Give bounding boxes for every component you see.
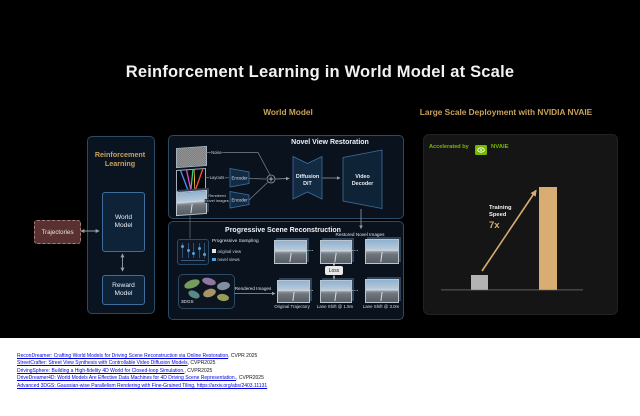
rendered-image-1 (277, 280, 310, 303)
citation-link-4[interactable]: DriveDreamer4D: World Models Are Effecti… (17, 375, 236, 381)
loss-node: Loss (325, 266, 343, 275)
slider-axis (181, 260, 205, 261)
citation-link-1[interactable]: ReconDreamer: Crafting World Models for … (17, 353, 228, 359)
ellipsis: ... (352, 247, 359, 253)
layouts-thumbnail (176, 167, 206, 193)
world-model-node: World Model (102, 192, 145, 252)
slider-knob (192, 252, 195, 255)
noise-thumbnail (176, 145, 207, 169)
citation-list: ReconDreamer: Crafting World Models for … (17, 353, 267, 390)
legend-novel-views: novel views (212, 257, 240, 262)
restored-image-3 (365, 239, 399, 264)
loss-label: Loss (328, 267, 340, 274)
slider-knob (203, 253, 206, 256)
accelerated-by-label: Accelerated by (429, 144, 469, 150)
rl-panel-title: Reinforcement Learning (94, 150, 146, 168)
slide-title: Reinforcement Learning in World Model at… (125, 63, 515, 81)
ellipsis: ... (307, 247, 314, 253)
legend-novel-swatch (212, 257, 216, 262)
slider-track (198, 243, 200, 258)
nvaie-brand-label: NVAIE (491, 144, 509, 150)
section-header-world-model: World Model (263, 107, 313, 117)
citation-line: ReconDreamer: Crafting World Models for … (17, 353, 267, 360)
legend-novel-label: novel views (217, 257, 240, 262)
citation-line: DrivingSphere: Building a High-fidelity … (17, 368, 267, 375)
restored-image-2 (320, 240, 352, 264)
gaussian-ellipse (183, 277, 201, 291)
gaussian-ellipse (202, 287, 217, 299)
citation-suffix-2: , CVPR2025 (187, 360, 216, 367)
citation-line: StreetCrafter: Street View Synthesis wit… (17, 360, 267, 367)
reward-model-node: Reward Model (102, 275, 145, 305)
citation-line: Advanced 3DGS: Gaussian-wise Parallelism… (17, 383, 267, 390)
citation-link-2[interactable]: StreetCrafter: Street View Synthesis wit… (17, 360, 188, 366)
reward-model-label: Reward Model (112, 282, 135, 297)
section-header-deployment: Large Scale Deployment with NVIDIA NVAIE (419, 107, 593, 117)
rendered-image-3 (365, 279, 399, 303)
psr-title: Progressive Scene Reconstruction (225, 227, 341, 234)
screenshot-canvas: Reinforcement Learning in World Model at… (0, 0, 640, 416)
citation-suffix-1: , CVPR 2025 (228, 353, 258, 359)
rendered-novel-image-thumbnail (176, 189, 207, 217)
trajectories-node: Trajectories (34, 220, 81, 244)
gaussian-ellipse (216, 293, 230, 302)
ellipsis: ... (352, 287, 359, 293)
legend-original-label: original view (217, 248, 242, 254)
citation-line: DriveDreamer4D: World Models Are Effecti… (17, 375, 267, 382)
training-speed-line2: Speed (489, 211, 507, 218)
slider-knob (181, 245, 184, 248)
rendered-image-2 (320, 280, 352, 303)
restored-image-1 (274, 240, 307, 264)
gaussian-ellipse (201, 276, 217, 287)
column-label-lane-shift-1-5: Lane Shift @ 1.5m (316, 304, 354, 309)
slide-background: Reinforcement Learning in World Model at… (0, 0, 640, 338)
ellipsis: ... (307, 287, 314, 293)
legend-original-view: original view (212, 249, 241, 254)
slider-knob (197, 247, 201, 250)
nvidia-logo-icon (475, 142, 487, 160)
world-model-label: World Model (114, 214, 133, 229)
multiplier-label: 7x (489, 220, 500, 231)
gaussian-ellipse (216, 280, 231, 292)
column-label-original-trajectory: Original Trajectory (274, 304, 310, 309)
progressive-sampling-label: Progressive Sampling (212, 239, 259, 244)
slider-knob (186, 249, 190, 252)
citation-link-3[interactable]: DrivingSphere: Building a High-fidelity … (17, 368, 185, 374)
citation-suffix-3: , CVPR2025 (184, 367, 213, 374)
citation-strip: ReconDreamer: Crafting World Models for … (0, 338, 640, 416)
training-speed-line1: Training (489, 205, 512, 211)
gaussians-label: 3DGS (181, 299, 194, 304)
column-label-lane-shift-3-0: Lane Shift @ 3.0m (362, 304, 400, 309)
nvaie-panel (423, 134, 618, 315)
slider-track (193, 243, 194, 258)
training-speed-label: Training Speed (489, 205, 512, 218)
progressive-sampling-widget (177, 239, 209, 265)
citation-suffix-4: , CVPR2025 (236, 375, 264, 382)
citation-link-5[interactable]: Advanced 3DGS: Gaussian-wise Parallelism… (17, 383, 267, 389)
nvr-title: Novel View Restoration (291, 139, 369, 146)
legend-original-swatch (212, 249, 216, 253)
trajectories-label: Trajectories (41, 228, 74, 236)
